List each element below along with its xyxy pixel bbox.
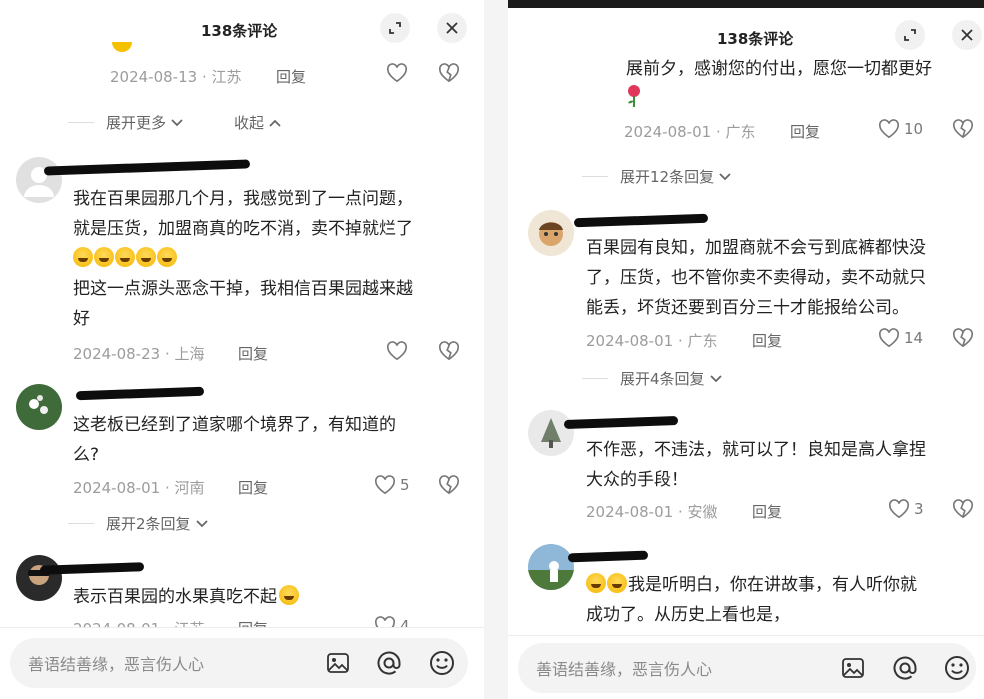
comment-text: 我是听明白，你在讲故事，有人听你就 成功了。从历史上看也是， [586, 573, 917, 625]
crying-emojis [73, 244, 413, 274]
redacted-username [75, 386, 205, 401]
redacted-username [563, 416, 679, 429]
image-icon[interactable] [325, 650, 351, 676]
heart-icon [374, 475, 396, 495]
heart-icon [888, 499, 910, 519]
collapse-button[interactable]: 收起 [234, 112, 282, 133]
comment-meta: 2024-08-01 · 河南 [73, 479, 205, 497]
comments-count-title: 138条评论 [717, 30, 794, 48]
comment-meta: 2024-08-13 · 江苏 [110, 68, 242, 86]
emoji-icon[interactable] [944, 655, 970, 681]
redacted-username [573, 213, 709, 228]
expand-icon[interactable] [895, 20, 925, 50]
like-count: 3 [914, 500, 924, 518]
like-button[interactable] [386, 63, 408, 83]
dislike-broken-heart-icon[interactable] [952, 328, 974, 352]
like-button[interactable]: 14 [878, 328, 923, 348]
expand-replies-button[interactable]: 展开12条回复 [582, 166, 732, 187]
emoji-icon[interactable] [429, 650, 455, 676]
comment-meta: 2024-08-01 · 广东 [624, 123, 756, 141]
heart-icon [878, 328, 900, 348]
status-strip [508, 0, 984, 8]
reply-button[interactable]: 回复 [238, 343, 268, 364]
heart-icon [878, 119, 900, 139]
comment-input-bar: 善语结善缘，恶言伤人心 [0, 627, 484, 699]
dislike-broken-heart-icon[interactable] [438, 475, 460, 499]
chevron-up-icon [269, 119, 281, 127]
comment-text: 百果园有良知，加盟商就不会亏到底裤都快没 了，压货，也不管你卖不卖得动，卖不动就… [586, 238, 926, 318]
like-count: 5 [400, 476, 410, 494]
reply-button[interactable]: 回复 [276, 66, 306, 87]
heart-icon [386, 341, 408, 361]
left-comment-panel: 138条评论 2024-08-13 · 江苏 回复 展开更多 收起 我在百果园那… [0, 0, 484, 699]
heart-icon [386, 63, 408, 83]
reply-button[interactable]: 回复 [238, 477, 268, 498]
avatar[interactable] [528, 544, 574, 590]
dislike-broken-heart-icon[interactable] [952, 499, 974, 523]
expand-replies-button[interactable]: 展开4条回复 [582, 368, 723, 389]
chevron-down-icon [719, 172, 731, 180]
avatar[interactable] [528, 210, 574, 256]
avatar[interactable] [16, 157, 62, 203]
image-icon[interactable] [840, 655, 866, 681]
like-count: 14 [904, 329, 924, 347]
close-icon[interactable] [952, 20, 982, 50]
comments-count-title: 138条评论 [201, 22, 278, 40]
emoji [586, 573, 606, 593]
like-button[interactable] [386, 341, 408, 361]
comment-input-bar: 善语结善缘，恶言伤人心 [508, 635, 984, 699]
emoji-partial [112, 42, 132, 52]
expand-replies-button[interactable]: 展开2条回复 [68, 513, 209, 534]
comment-text: 表示百果园的水果真吃不起 [73, 582, 300, 612]
comment-text: 不作恶，不违法，就可以了！良知是高人拿捏 大众的手段！ [586, 440, 926, 490]
comment-meta: 2024-08-01 · 安徽 [586, 503, 718, 521]
mention-icon[interactable] [376, 650, 402, 676]
right-comment-panel: 138条评论 展前夕，感谢您的付出，愿您一切都更好 2024-08-01 · 广… [508, 0, 984, 699]
rose-emoji [626, 84, 932, 118]
reply-button[interactable]: 回复 [752, 330, 782, 351]
dislike-broken-heart-icon[interactable] [952, 119, 974, 143]
comment-text: 展前夕，感谢您的付出，愿您一切都更好 [626, 54, 932, 118]
expand-icon[interactable] [380, 13, 410, 43]
expand-more-button[interactable]: 展开更多 [68, 112, 184, 133]
like-button[interactable]: 3 [888, 499, 924, 519]
like-button[interactable]: 5 [374, 475, 410, 495]
laughing-emoji [279, 585, 299, 605]
dislike-broken-heart-icon[interactable] [438, 341, 460, 365]
avatar[interactable] [16, 555, 62, 601]
panel-divider [484, 0, 508, 699]
chevron-down-icon [171, 118, 183, 126]
redacted-username [43, 159, 251, 176]
mention-icon[interactable] [892, 655, 918, 681]
reply-button[interactable]: 回复 [752, 501, 782, 522]
chevron-down-icon [195, 519, 208, 527]
reply-button[interactable]: 回复 [790, 121, 820, 142]
like-button[interactable]: 10 [878, 119, 923, 139]
avatar[interactable] [528, 410, 574, 456]
close-icon[interactable] [437, 13, 467, 43]
emoji [607, 573, 627, 593]
dislike-broken-heart-icon[interactable] [438, 63, 460, 87]
comment-meta: 2024-08-01 · 广东 [586, 332, 718, 350]
comment-text: 我在百果园那几个月，我感觉到了一点问题， 就是压货，加盟商真的吃不消，卖不掉就烂… [73, 189, 413, 329]
comment-meta: 2024-08-23 · 上海 [73, 345, 205, 363]
comment-text: 这老板已经到了道家哪个境界了，有知道的 么? [73, 415, 396, 465]
like-count: 10 [904, 120, 924, 138]
chevron-down-icon [709, 374, 722, 382]
redacted-username [567, 550, 649, 563]
avatar[interactable] [16, 384, 62, 430]
